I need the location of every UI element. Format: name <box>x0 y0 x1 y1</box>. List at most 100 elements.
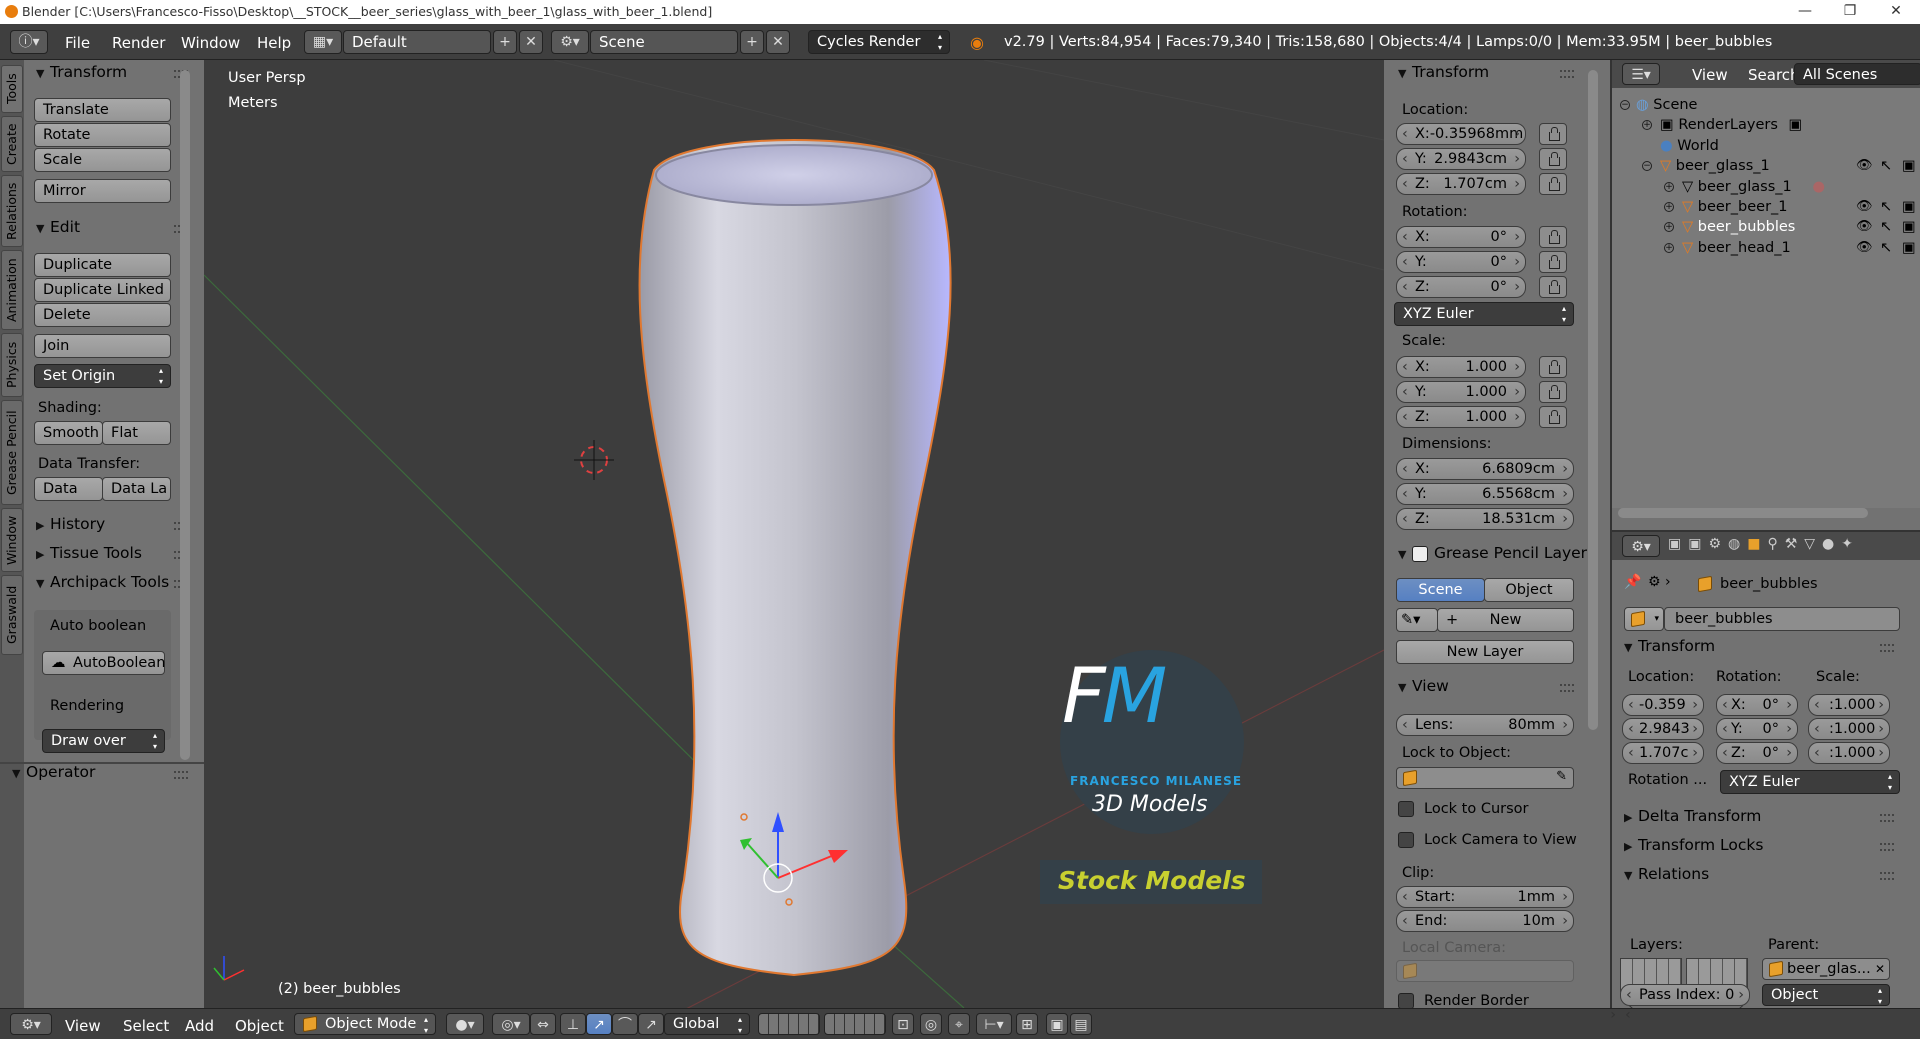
tab-physics[interactable]: Physics <box>1 333 23 397</box>
parent-type-select[interactable]: Object <box>1762 984 1890 1007</box>
obj-location-z[interactable]: 1.707c <box>1622 742 1704 764</box>
clear-parent-icon[interactable]: ✕ <box>1875 959 1885 979</box>
outliner-item-scene[interactable]: ◍ Scene <box>1636 95 1697 115</box>
obj-transform-header[interactable]: ▼ Transform <box>1624 637 1715 655</box>
obj-scale-y[interactable]: :1.000 <box>1808 718 1890 740</box>
combined-manipulator-icon[interactable]: ↗ <box>638 1013 664 1035</box>
obj-scale-z[interactable]: :1.000 <box>1808 742 1890 764</box>
properties-context-tabs[interactable]: ▣▣⚙◍■⚲⚒▽●✦ <box>1668 536 1918 556</box>
autoboolean-button[interactable]: ☁ AutoBoolean <box>42 651 165 675</box>
translate-button[interactable]: Translate <box>34 98 171 122</box>
smooth-button[interactable]: Smooth <box>34 421 103 445</box>
panel-grip-icon[interactable] <box>1560 684 1574 692</box>
mirror-button[interactable]: Mirror <box>34 179 171 203</box>
properties-editor-icon[interactable]: ⚙▾ <box>1622 535 1660 557</box>
obj-rotation-x[interactable]: X:0° <box>1716 694 1798 716</box>
add-layout-icon[interactable]: + <box>493 30 517 54</box>
panel-grip-icon[interactable] <box>174 771 188 779</box>
lock-icon[interactable] <box>1539 406 1567 428</box>
tab-grease-pencil[interactable]: Grease Pencil <box>1 400 23 505</box>
minimize-button[interactable]: — <box>1785 0 1825 24</box>
lock-icon[interactable] <box>1539 148 1567 170</box>
tab-relations[interactable]: Relations <box>1 175 23 247</box>
translate-manipulator-icon[interactable]: ⊥ <box>560 1013 586 1035</box>
render-camera-icon[interactable]: ▣ <box>1902 197 1916 217</box>
gp-pencil-icon[interactable]: ✎▾ <box>1396 608 1438 632</box>
object-name-field[interactable]: beer_bubbles <box>1664 607 1900 631</box>
visibility-eye-icon[interactable]: 👁 <box>1856 197 1873 217</box>
collapse-icon[interactable]: − <box>1620 100 1630 110</box>
lock-layers-icon[interactable]: ⊡ <box>892 1013 914 1035</box>
object-type-icon[interactable]: ▾ <box>1624 607 1664 631</box>
opengl-animation-icon[interactable]: ▤ <box>1070 1013 1092 1035</box>
n-transform-header[interactable]: ▼ Transform <box>1398 63 1489 81</box>
join-button[interactable]: Join <box>34 334 171 358</box>
lock-icon[interactable] <box>1539 356 1567 378</box>
snap-target-icon[interactable]: ⊞ <box>1016 1013 1038 1035</box>
expand-icon[interactable]: + <box>1664 202 1674 212</box>
dimension-x-field[interactable]: X:6.6809cm <box>1396 458 1574 480</box>
expand-icon[interactable]: + <box>1664 222 1674 232</box>
scene-field[interactable]: Scene <box>590 30 738 54</box>
render-camera-icon[interactable]: ▣ <box>1902 217 1916 237</box>
rotation-mode-select[interactable]: XYZ Euler <box>1394 302 1574 326</box>
pin-icon[interactable]: 📌 <box>1624 574 1641 590</box>
outliner-item-beer-beer[interactable]: ▽ beer_beer_1 <box>1682 197 1788 217</box>
obj-location-y[interactable]: 2.9843 <box>1622 718 1704 740</box>
location-x-field[interactable]: X:-0.35968mm <box>1396 123 1526 145</box>
expand-icon[interactable]: + <box>1664 182 1674 192</box>
delta-transform-header[interactable]: ▶ Delta Transform <box>1624 807 1761 825</box>
scale-button[interactable]: Scale <box>34 148 171 172</box>
snap-toggle-icon[interactable]: ⌖ <box>948 1013 970 1035</box>
set-origin-select[interactable]: Set Origin <box>34 364 171 388</box>
expand-icon[interactable]: + <box>1642 120 1652 130</box>
object-mode-select[interactable]: Object Mode <box>294 1013 436 1036</box>
gp-new-button[interactable]: + New <box>1437 608 1574 632</box>
lock-camera-checkbox[interactable] <box>1398 832 1414 848</box>
flat-button[interactable]: Flat <box>102 421 171 445</box>
clip-end-field[interactable]: End:10m <box>1396 910 1574 932</box>
lock-icon[interactable] <box>1539 123 1567 145</box>
dimension-z-field[interactable]: Z:18.531cm <box>1396 508 1574 530</box>
view-panel-header[interactable]: ▼ View <box>1398 677 1449 695</box>
delete-scene-icon[interactable]: ✕ <box>766 30 790 54</box>
manipulator-toggle-icon[interactable]: ⇔ <box>530 1013 556 1035</box>
grease-pencil-header[interactable]: ▼ Grease Pencil Layer <box>1398 544 1587 562</box>
relations-header[interactable]: ▼ Relations <box>1624 865 1709 883</box>
menu-file[interactable]: File <box>65 34 90 52</box>
proportional-edit-icon[interactable]: ◎ <box>920 1013 942 1035</box>
scale-x-field[interactable]: X:1.000 <box>1396 356 1526 378</box>
operator-panel-header[interactable]: ▼ Operator <box>12 763 95 781</box>
scene-icon[interactable]: ⚙▾ <box>551 30 589 54</box>
3d-viewport[interactable]: User Persp Meters (2) beer_bubbles FM FR… <box>204 60 1384 1008</box>
outliner-item-beer-glass[interactable]: ▽ beer_glass_1 <box>1660 156 1770 176</box>
menu-render[interactable]: Render <box>112 34 165 52</box>
edit-panel-header[interactable]: ▼ Edit <box>36 218 80 236</box>
lens-field[interactable]: Lens:80mm <box>1396 714 1574 736</box>
scale-y-field[interactable]: Y:1.000 <box>1396 381 1526 403</box>
archipack-panel-header[interactable]: ▼ Archipack Tools <box>36 573 169 591</box>
outliner-item-beer-glass-mesh[interactable]: ▽ beer_glass_1 ● <box>1682 177 1825 197</box>
obj-location-x[interactable]: -0.359 <box>1622 694 1704 716</box>
tab-graswald[interactable]: Graswald <box>1 575 23 655</box>
visibility-eye-icon[interactable]: 👁 <box>1856 217 1873 237</box>
obj-scale-x[interactable]: :1.000 <box>1808 694 1890 716</box>
screen-layout-icon[interactable]: ▦▾ <box>304 30 342 54</box>
render-camera-icon[interactable]: ▣ <box>1902 156 1916 176</box>
parent-field[interactable]: beer_glas... ✕ <box>1762 958 1890 980</box>
clip-start-field[interactable]: Start:1mm <box>1396 886 1574 908</box>
grease-pencil-checkbox[interactable] <box>1412 545 1428 562</box>
obj-rotation-y[interactable]: Y:0° <box>1716 718 1798 740</box>
outliner-item-renderlayers[interactable]: ▣ RenderLayers ▣ <box>1660 115 1802 135</box>
location-z-field[interactable]: Z:1.707cm <box>1396 173 1526 195</box>
rotation-z-field[interactable]: Z:0° <box>1396 276 1526 298</box>
data-button[interactable]: Data <box>34 477 103 501</box>
data-layers-button[interactable]: Data La <box>102 477 171 501</box>
footer-menu-view[interactable]: View <box>65 1017 101 1035</box>
scale-z-field[interactable]: Z:1.000 <box>1396 406 1526 428</box>
lock-icon[interactable] <box>1539 173 1567 195</box>
render-border-checkbox[interactable] <box>1398 993 1414 1009</box>
dimension-y-field[interactable]: Y:6.5568cm <box>1396 483 1574 505</box>
footer-menu-add[interactable]: Add <box>185 1017 214 1035</box>
pivot-point-icon[interactable]: ◎▾ <box>492 1013 530 1035</box>
